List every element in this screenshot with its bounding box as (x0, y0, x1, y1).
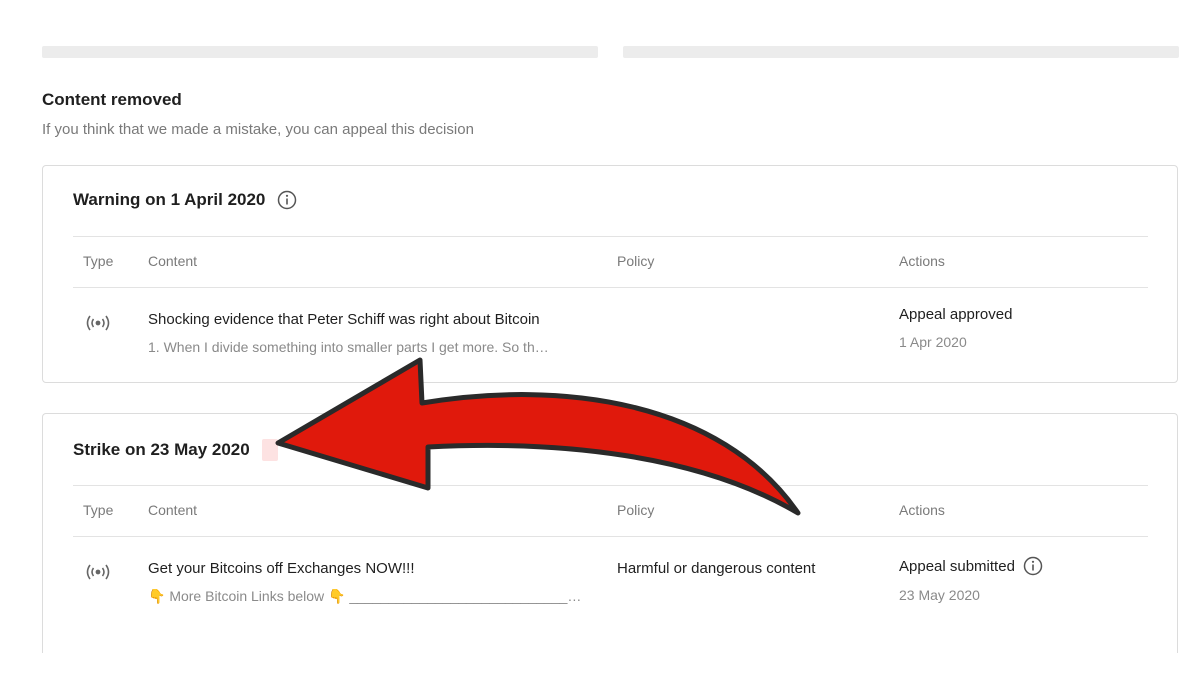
divider (73, 287, 1148, 288)
warning-title-text: Warning on 1 April 2020 (73, 190, 266, 209)
section-subtitle: If you think that we made a mistake, you… (42, 121, 474, 138)
column-header-policy: Policy (617, 253, 655, 269)
column-header-type: Type (83, 502, 114, 518)
warning-card: Warning on 1 April 2020 Type Content Pol… (42, 165, 1178, 383)
section-title: Content removed (42, 90, 182, 109)
divider (73, 236, 1148, 237)
top-placeholder-bar-left (42, 46, 598, 58)
strike-card-title: Strike on 23 May 2020 (73, 439, 278, 461)
appeal-status-text: Appeal approved (899, 306, 1013, 323)
divider (73, 536, 1148, 537)
video-description: 1. When I divide something into smaller … (148, 339, 549, 355)
appeal-status-text: Appeal submitted (899, 557, 1015, 575)
strike-title-text: Strike on 23 May 2020 (73, 440, 250, 459)
column-header-content: Content (148, 502, 198, 518)
strike-card: Strike on 23 May 2020 Type Content Polic… (42, 413, 1178, 653)
video-description: 👇 More Bitcoin Links below 👇 ___________… (148, 588, 582, 604)
strike-badge (261, 439, 278, 461)
appeal-date: 1 Apr 2020 (899, 334, 967, 350)
info-icon[interactable] (1023, 556, 1043, 576)
video-title-link[interactable]: Get your Bitcoins off Exchanges NOW!!! (148, 560, 415, 577)
top-placeholder-bar-right (623, 46, 1179, 58)
policy-label: Harmful or dangerous content (617, 560, 816, 577)
video-title-link[interactable]: Shocking evidence that Peter Schiff was … (148, 311, 540, 328)
live-broadcast-icon (86, 315, 110, 331)
appeal-status: Appeal approved (899, 306, 1012, 323)
column-header-policy: Policy (617, 502, 655, 518)
content-removed-page: Content removed If you think that we mad… (0, 0, 1200, 678)
live-broadcast-icon (86, 564, 110, 580)
info-icon[interactable] (277, 190, 297, 210)
column-header-actions: Actions (899, 502, 945, 518)
divider (73, 485, 1148, 486)
column-header-type: Type (83, 253, 114, 269)
column-header-actions: Actions (899, 253, 945, 269)
appeal-status: Appeal submitted (899, 556, 1043, 576)
appeal-date: 23 May 2020 (899, 587, 980, 603)
warning-card-title: Warning on 1 April 2020 (73, 190, 297, 210)
column-header-content: Content (148, 253, 198, 269)
